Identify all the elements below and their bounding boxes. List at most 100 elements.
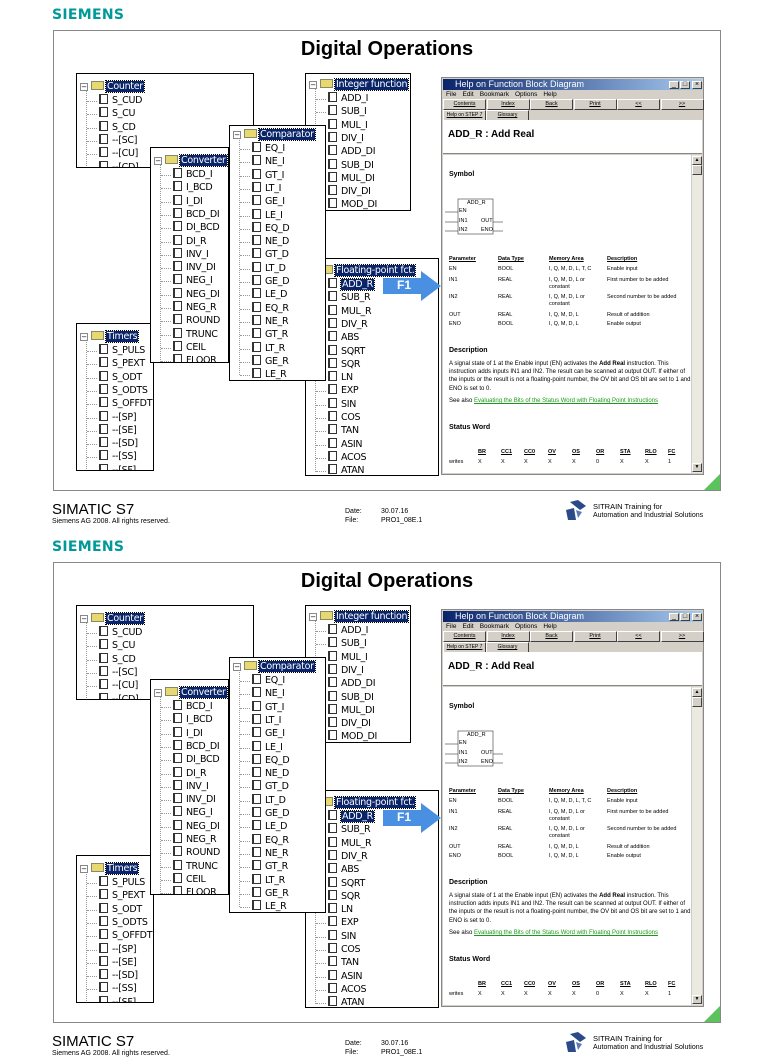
tree-item-label[interactable]: GE_D (265, 276, 290, 287)
tree-item[interactable]: LT_D (252, 793, 286, 807)
tree-item-label[interactable]: --[SD] (112, 438, 138, 449)
tree-item-label[interactable]: GT_I (265, 170, 284, 181)
tree-item[interactable]: ASIN (328, 437, 363, 451)
tree-item-label[interactable]: TRUNC (186, 329, 218, 340)
tree-item[interactable]: GT_D (252, 780, 289, 793)
menu-help[interactable]: Help (543, 91, 556, 98)
menu-options[interactable]: Options (515, 623, 537, 630)
tree-item[interactable]: DIV_I (328, 663, 364, 677)
tree-folder-comparator[interactable]: − Comparator (233, 128, 316, 141)
menu-bookmark[interactable]: Bookmark (480, 91, 509, 98)
tree-item-label[interactable]: CEIL (186, 874, 206, 885)
help-button-1[interactable]: Index (486, 99, 530, 110)
tree-item[interactable]: SIN (328, 397, 356, 411)
tree-item-label[interactable]: GT_R (265, 861, 288, 872)
tree-item[interactable]: EQ_D (252, 753, 290, 767)
tree-item-label[interactable]: --[SE] (112, 957, 137, 968)
tree-item[interactable]: ADD_I (328, 92, 368, 105)
tree-item-label[interactable]: ABS (341, 332, 359, 343)
tree-item[interactable]: S_OFFDT (99, 929, 153, 942)
tree-folder-label[interactable]: Comparator (258, 128, 316, 141)
tree-item[interactable]: EQ_I (252, 142, 285, 155)
tree-item[interactable]: --[SD] (99, 437, 138, 450)
help-button-5[interactable]: >> (660, 99, 704, 110)
help-button-4[interactable]: << (617, 631, 660, 642)
tree-item[interactable]: TRUNC (173, 859, 218, 873)
tree-item[interactable]: MUL_I (328, 118, 368, 132)
tree-item[interactable]: ADD_R (328, 278, 375, 291)
tree-item[interactable]: GE_I (252, 727, 285, 740)
tree-item[interactable]: BCD_I (173, 168, 213, 181)
tree-item[interactable]: LT_I (252, 181, 281, 195)
tree-item[interactable]: --[SC] (99, 133, 137, 147)
tree-item-label[interactable]: --[SC] (112, 667, 137, 678)
tree-item-label[interactable]: ABS (341, 864, 359, 875)
tree-item-label[interactable]: ADD_DI (341, 678, 376, 689)
tree-item-label[interactable]: ATAN (341, 997, 365, 1007)
tree-item[interactable]: --[SE] (99, 955, 137, 969)
tree-folder-integer[interactable]: − Integer function (309, 78, 410, 91)
see-also-link[interactable]: Evaluating the Bits of the Status Word w… (474, 398, 658, 404)
tree-item-label[interactable]: --[SP] (112, 944, 137, 955)
tree-item[interactable]: NEG_I (173, 274, 213, 287)
tree-item[interactable]: DIV_DI (328, 185, 371, 198)
tree-item[interactable]: DI_BCD (173, 221, 220, 234)
tree-item-label[interactable]: LT_R (265, 343, 285, 354)
tree-folder-comparator[interactable]: − Comparator (233, 660, 316, 673)
tree-item[interactable]: DIV_R (328, 317, 368, 331)
tree-item-label[interactable]: GE_R (265, 888, 289, 899)
tree-item[interactable]: GE_R (252, 354, 289, 368)
tree-item-label[interactable]: --[SF] (112, 465, 136, 470)
collapse-icon[interactable]: − (309, 613, 317, 621)
tree-item-label[interactable]: FLOOR (186, 355, 217, 362)
tree-item[interactable]: --[SE] (99, 423, 137, 437)
tree-item-label[interactable]: S_ODT (112, 372, 142, 383)
tree-item[interactable]: SUB_DI (328, 158, 374, 172)
tree-item-label[interactable]: NEG_R (186, 302, 217, 313)
menu-file[interactable]: File (446, 91, 456, 98)
tree-item-label[interactable]: DIV_DI (341, 186, 371, 197)
minimize-button[interactable]: _ (669, 81, 679, 89)
tree-item[interactable]: GE_R (252, 886, 289, 900)
tree-item[interactable]: S_CU (99, 107, 135, 120)
scroll-down-button[interactable]: ▼ (692, 995, 702, 1004)
tree-item-label[interactable]: --[SC] (112, 135, 137, 146)
tree-item-label[interactable]: LE_D (265, 821, 287, 832)
tree-item[interactable]: GE_I (252, 195, 285, 208)
tree-item[interactable]: EXP (328, 384, 359, 397)
tree-item-label[interactable]: --[SF] (112, 997, 136, 1002)
tree-item-label[interactable]: ASIN (341, 439, 363, 450)
tree-item[interactable]: DIV_I (328, 131, 364, 145)
tree-item-label[interactable]: SUB_R (341, 824, 371, 835)
tree-item-label[interactable]: --[CU] (112, 680, 138, 691)
tree-item[interactable]: ATAN (328, 996, 365, 1007)
tree-item[interactable]: GT_I (252, 700, 284, 714)
tree-item-label[interactable]: MOD_DI (341, 731, 377, 742)
tree-item-label[interactable]: INV_I (186, 781, 209, 792)
help-button-2[interactable]: Back (530, 631, 573, 642)
menu-file[interactable]: File (446, 623, 456, 630)
tree-item[interactable]: NE_I (252, 155, 285, 168)
tree-item-label[interactable]: S_PULS (112, 345, 145, 356)
tree-item-label[interactable]: DI_BCD (186, 222, 220, 233)
tree-item[interactable]: DIV_DI (328, 717, 371, 730)
tree-item[interactable]: SUB_R (328, 823, 371, 836)
tree-item-label[interactable]: LT_R (265, 875, 285, 886)
tree-item-label[interactable]: INV_I (186, 249, 209, 260)
tree-item[interactable]: LT_D (252, 261, 286, 275)
tree-item[interactable]: MUL_DI (328, 703, 375, 717)
collapse-icon[interactable]: − (80, 83, 88, 91)
tree-item[interactable]: ADD_I (328, 624, 368, 637)
tree-item-label[interactable]: GT_D (265, 781, 289, 792)
tree-item[interactable]: EXP (328, 916, 359, 929)
tree-item[interactable]: LE_R (252, 368, 287, 380)
tree-item-label[interactable]: ASIN (341, 971, 363, 982)
tree-item[interactable]: BCD_DI (173, 739, 220, 753)
tree-item-label[interactable]: GT_I (265, 702, 284, 713)
tree-item-label[interactable]: S_CUD (112, 95, 142, 106)
tree-item[interactable]: S_ODT (99, 902, 142, 916)
tree-item[interactable]: SQR (328, 889, 361, 903)
tree-item[interactable]: S_ODTS (99, 915, 148, 929)
tree-item-label[interactable]: SIN (341, 931, 356, 942)
help-button-5[interactable]: >> (660, 631, 704, 642)
